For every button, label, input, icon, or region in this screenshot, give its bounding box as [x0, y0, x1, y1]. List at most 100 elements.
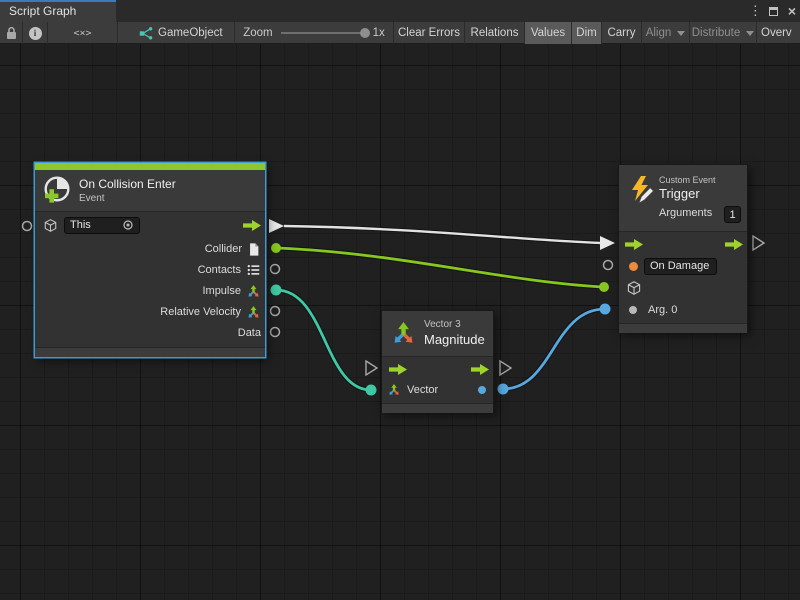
kebab-menu-icon[interactable]: ⋮ — [749, 3, 759, 19]
clear-errors-button[interactable]: Clear Errors — [394, 22, 465, 44]
impulse-output-port[interactable] — [271, 285, 282, 296]
tab-script-graph[interactable]: Script Graph — [0, 0, 116, 22]
edit-graph-button[interactable]: <×> — [48, 22, 118, 44]
trigger-flow-out-port[interactable] — [753, 236, 764, 250]
values-toggle[interactable]: Values — [525, 22, 572, 44]
gameobject-cube-icon — [626, 280, 642, 296]
wire-magnitude[interactable] — [503, 309, 605, 389]
port-row-relative-velocity[interactable]: Relative Velocity — [35, 301, 265, 323]
this-field-value: This — [70, 219, 91, 231]
button-label: Carry — [607, 27, 635, 39]
distribute-dropdown[interactable]: Distribute — [690, 22, 757, 44]
event-target-port[interactable] — [23, 222, 32, 231]
flow-out-arrow-icon[interactable] — [243, 220, 261, 231]
zoom-slider-knob[interactable] — [360, 28, 370, 38]
node-body: On Damage Arg. 0 — [619, 231, 747, 323]
collider-output-port[interactable] — [271, 243, 281, 253]
flow-out-arrow-icon[interactable] — [471, 364, 489, 375]
vector3-icon — [246, 305, 261, 320]
port-label: Arg. 0 — [648, 304, 677, 316]
custom-event-icon — [629, 175, 655, 205]
graph-target[interactable]: GameObject — [118, 22, 235, 44]
this-object-field[interactable]: This — [64, 217, 140, 234]
event-accent-strip — [35, 163, 265, 170]
close-icon[interactable]: × — [788, 6, 796, 16]
port-row-data[interactable]: Data — [35, 322, 265, 344]
vector3-icon — [246, 284, 261, 299]
arg-port-dot[interactable] — [629, 306, 637, 314]
target-row[interactable] — [619, 277, 747, 299]
unity-editor-window: Script Graph ⋮ × i <×> GameObject Zoom 1… — [0, 0, 800, 600]
port-row-impulse[interactable]: Impulse — [35, 280, 265, 302]
node-footer — [382, 403, 493, 413]
node-category: Custom Event — [659, 175, 716, 185]
arg0-input-port[interactable] — [600, 304, 611, 315]
lock-icon — [5, 26, 18, 40]
overview-button[interactable]: Overv — [757, 22, 800, 44]
button-label: Relations — [471, 27, 519, 39]
wire-collider[interactable] — [277, 248, 603, 287]
node-title: Trigger — [659, 186, 700, 201]
wire-outline — [503, 309, 605, 389]
this-port-row: This — [35, 214, 265, 236]
target-label: GameObject — [158, 27, 223, 39]
event-name-input-port[interactable] — [604, 261, 613, 270]
zoom-control: Zoom 1x — [235, 22, 394, 44]
arguments-label: Arguments — [659, 207, 712, 219]
node-footer — [35, 347, 265, 357]
node-title: On Collision Enter — [79, 177, 176, 191]
wire-flow[interactable] — [284, 226, 601, 243]
node-header: Custom Event Trigger Arguments 1 — [619, 165, 747, 231]
node-on-collision-enter[interactable]: On Collision Enter Event This Collider — [35, 163, 265, 357]
port-label: Collider — [205, 243, 242, 255]
info-button[interactable]: i — [23, 22, 48, 44]
port-row-collider[interactable]: Collider — [35, 238, 265, 260]
magnitude-flow-out-port[interactable] — [500, 361, 511, 375]
string-port-dot[interactable] — [629, 262, 638, 271]
button-label: Distribute — [692, 27, 741, 39]
lock-button[interactable] — [0, 22, 23, 44]
graph-icon — [139, 26, 153, 40]
node-footer — [619, 323, 747, 333]
vector3-icon — [390, 320, 417, 347]
target-picker-icon[interactable] — [122, 219, 134, 231]
event-name-field[interactable]: On Damage — [644, 258, 717, 275]
target-input-port[interactable] — [599, 282, 609, 292]
port-row-contacts[interactable]: Contacts — [35, 259, 265, 281]
carry-button[interactable]: Carry — [602, 22, 642, 44]
maximize-icon[interactable] — [769, 7, 778, 16]
node-subtitle: Event — [79, 193, 105, 204]
flow-in-arrow-icon[interactable] — [625, 239, 643, 250]
float-port-dot[interactable] — [478, 386, 486, 394]
magnitude-flow-in-port[interactable] — [366, 361, 377, 375]
flow-output-port[interactable] — [269, 219, 284, 233]
align-dropdown[interactable]: Align — [642, 22, 690, 44]
node-trigger-custom-event[interactable]: Custom Event Trigger Arguments 1 On Dama… — [618, 164, 748, 332]
data-output-port[interactable] — [271, 328, 280, 337]
button-label: Values — [531, 27, 565, 39]
contacts-output-port[interactable] — [271, 265, 280, 274]
arg0-row[interactable]: Arg. 0 — [619, 299, 747, 321]
vector-input-row[interactable]: Vector — [382, 379, 493, 401]
flow-in-arrow-icon[interactable] — [389, 364, 407, 375]
wire-outline — [276, 290, 371, 390]
arguments-value: 1 — [729, 209, 735, 221]
wire-impulse[interactable] — [276, 290, 371, 390]
graph-canvas[interactable]: On Collision Enter Event This Collider — [0, 44, 800, 600]
arguments-count-field[interactable]: 1 — [724, 206, 741, 223]
relative-velocity-output-port[interactable] — [271, 307, 280, 316]
port-label: Data — [238, 327, 261, 339]
collision-event-icon — [42, 175, 72, 205]
node-vector3-magnitude[interactable]: Vector 3 Magnitude Vector — [381, 310, 494, 412]
button-label: Align — [646, 27, 672, 39]
vector-input-port[interactable] — [366, 385, 377, 396]
button-label: Clear Errors — [398, 27, 460, 39]
zoom-slider[interactable] — [281, 32, 365, 34]
flow-out-arrow-icon[interactable] — [725, 239, 743, 250]
magnitude-output-port[interactable] — [498, 384, 509, 395]
tab-bar: Script Graph ⋮ × — [0, 0, 800, 22]
relations-button[interactable]: Relations — [465, 22, 525, 44]
dim-toggle[interactable]: Dim — [572, 22, 602, 44]
wire-outline — [277, 248, 603, 287]
gameobject-cube-icon — [43, 218, 58, 233]
